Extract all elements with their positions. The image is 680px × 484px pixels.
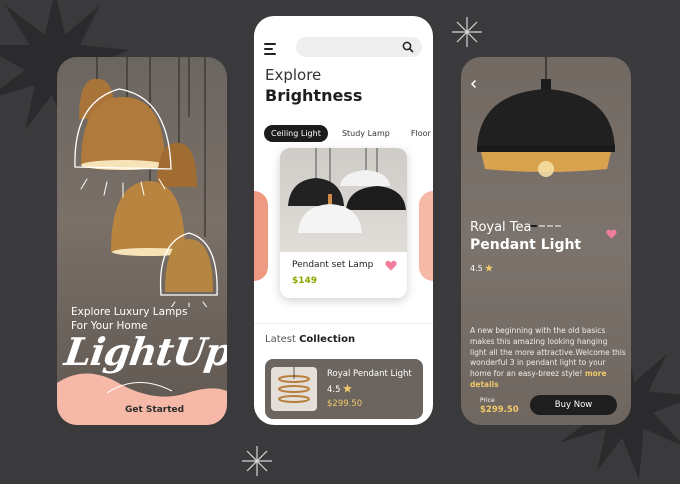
list-item-price: $299.50 — [327, 399, 363, 409]
tab-study-lamp[interactable]: Study Lamp — [335, 125, 397, 142]
section-prefix: Latest — [265, 334, 296, 345]
featured-product-price: $149 — [292, 276, 318, 286]
list-item[interactable]: Royal Pendant Light 4.5 $299.50 — [265, 359, 423, 419]
star-icon — [485, 264, 494, 272]
list-item-thumbnail — [271, 367, 317, 411]
product-title-line2: Pendant Light — [470, 237, 582, 253]
section-divider — [254, 323, 433, 324]
sparkle-icon — [452, 17, 482, 47]
category-tabs: Ceiling Light Study Lamp Floor Lamp — [264, 121, 433, 142]
menu-icon[interactable] — [264, 43, 276, 55]
tab-floor-lamp[interactable]: Floor Lamp — [404, 125, 433, 142]
product-image — [280, 148, 407, 252]
latest-collection-heading: Latest Collection — [265, 334, 355, 345]
heart-icon[interactable] — [606, 229, 617, 239]
product-description: A new beginning with the old basics make… — [470, 326, 626, 391]
heart-icon[interactable] — [385, 260, 397, 271]
explore-heading: Explore — [265, 66, 322, 84]
previous-card-peek[interactable] — [254, 191, 268, 281]
explore-screen: Explore Brightness Ceiling Light Study L… — [254, 16, 433, 425]
rating-value: 4.5 — [327, 385, 341, 395]
sparkle-icon — [242, 446, 272, 476]
onboarding-screen: Explore Luxury Lamps For Your Home Light… — [57, 57, 227, 425]
product-title-line1: Royal Tea — [470, 220, 532, 235]
product-rating: 4.5 — [470, 264, 494, 273]
search-icon[interactable] — [402, 41, 414, 53]
rating-value: 4.5 — [470, 264, 483, 273]
product-price: $299.50 — [480, 405, 519, 415]
brightness-heading: Brightness — [265, 86, 363, 105]
product-detail-screen: Royal Tea Pendant Light 4.5 A new beginn… — [461, 57, 631, 425]
list-item-rating: 4.5 — [327, 384, 353, 395]
next-card-peek[interactable] — [419, 191, 433, 281]
featured-product-name: Pendant set Lamp — [292, 260, 374, 270]
featured-product-card[interactable]: Pendant set Lamp $149 — [280, 148, 407, 298]
section-title: Collection — [299, 334, 356, 345]
buy-now-button[interactable]: Buy Now — [530, 395, 617, 415]
list-item-name: Royal Pendant Light — [327, 369, 412, 379]
price-label: Price — [480, 397, 495, 404]
pendant-light-image — [477, 57, 615, 177]
pendant-lamps-illustration — [74, 57, 218, 307]
star-icon — [343, 384, 353, 393]
tab-ceiling-light[interactable]: Ceiling Light — [264, 125, 328, 142]
get-started-button[interactable]: Get Started — [125, 405, 184, 415]
search-input[interactable] — [296, 37, 422, 57]
get-started-wave — [57, 373, 227, 425]
image-pager[interactable] — [529, 212, 563, 231]
